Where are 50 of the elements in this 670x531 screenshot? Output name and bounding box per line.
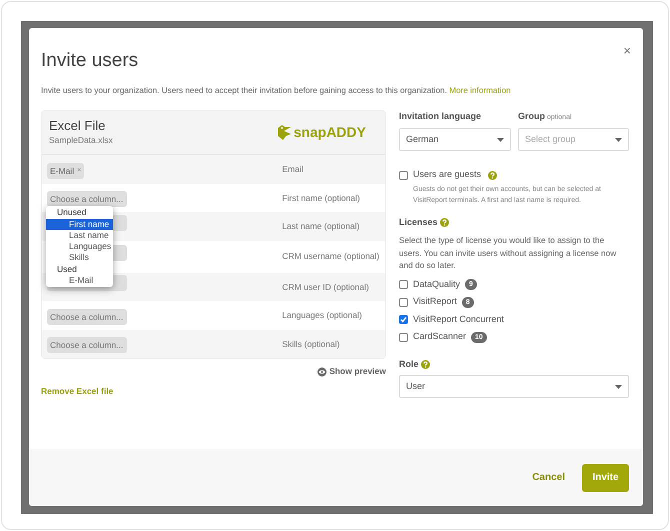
- dropdown-group-label: Used: [56, 264, 78, 276]
- license-label[interactable]: VisitReport: [413, 295, 457, 309]
- dropdown-group-label: Unused: [56, 207, 88, 219]
- intro-text: Invite users to your organization. Users need to accept their invitation before gaining access to this organization. More information: [41, 85, 512, 97]
- logo-icon: [276, 124, 293, 142]
- dropdown-option[interactable]: Languages: [46, 241, 113, 252]
- logo-text: snapADDY: [294, 123, 366, 142]
- dialog-title: Invite users: [41, 49, 138, 73]
- close-button[interactable]: ×: [623, 44, 631, 57]
- checkbox[interactable]: [399, 170, 408, 180]
- field-label: Last name (optional): [282, 220, 361, 234]
- checkbox[interactable]: [399, 280, 408, 290]
- section-title: Role: [399, 358, 419, 371]
- field-label: Languages (optional): [282, 309, 363, 322]
- help-icon[interactable]: [440, 218, 449, 228]
- field-label: Invitation language: [399, 110, 482, 124]
- dropdown-option[interactable]: First name: [46, 218, 113, 230]
- field-label: Email: [282, 163, 304, 176]
- dropdown-option[interactable]: Skills: [46, 252, 113, 264]
- help-icon[interactable]: [488, 170, 498, 180]
- role-select[interactable]: User: [399, 375, 629, 398]
- help-icon[interactable]: [420, 360, 430, 370]
- eye-icon: [317, 366, 328, 377]
- dropdown-option[interactable]: Last name: [46, 230, 113, 242]
- field-label: Skills (optional): [282, 338, 341, 351]
- column-select[interactable]: Choose a column...: [47, 337, 127, 354]
- column-select[interactable]: Choose a column...: [47, 308, 127, 325]
- field-label: CRM username (optional): [282, 250, 380, 264]
- file-name: SampleData.xlsx: [49, 134, 113, 148]
- license-label[interactable]: DataQuality: [413, 278, 460, 292]
- column-select[interactable]: Choose a column...: [47, 191, 127, 208]
- language-select[interactable]: German: [399, 128, 511, 152]
- dropdown-option[interactable]: E-Mail: [46, 275, 113, 286]
- checkbox[interactable]: [399, 332, 408, 342]
- license-label[interactable]: CardScanner: [413, 330, 466, 344]
- field-label: Group: [518, 110, 545, 124]
- licenses-description: Select the type of license you would like to assign to the users. You can invite users without assigning a license now and do so later.: [399, 234, 618, 272]
- card-title: Excel File: [49, 118, 106, 134]
- show-preview-button[interactable]: Show preview: [317, 365, 386, 378]
- caret-icon: [615, 384, 622, 389]
- caret-icon: [497, 138, 504, 142]
- caret-icon: [615, 138, 622, 142]
- field-label: First name (optional): [282, 192, 362, 205]
- field-label: CRM user ID (optional): [282, 280, 370, 294]
- checkbox[interactable]: [399, 315, 408, 324]
- section-title: Licenses: [399, 216, 438, 229]
- license-label[interactable]: VisitReport Concurrent: [413, 312, 504, 326]
- cancel-button[interactable]: Cancel: [532, 470, 565, 485]
- checkbox[interactable]: [399, 298, 408, 307]
- guests-label[interactable]: Users are guests: [413, 168, 482, 182]
